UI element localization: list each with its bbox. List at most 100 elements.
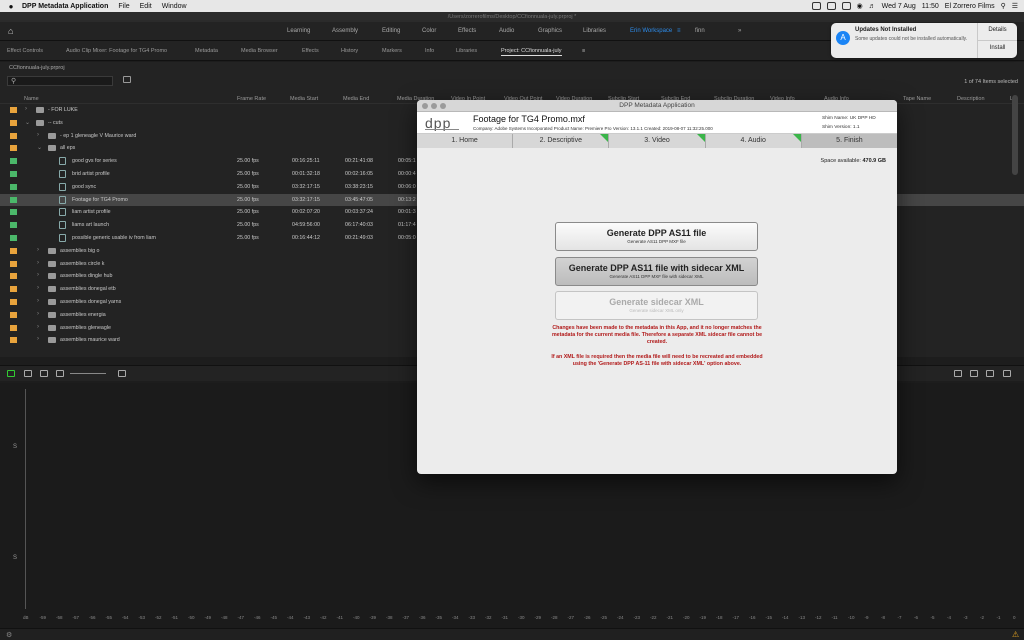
col-media-end[interactable]: Media End	[343, 96, 369, 102]
ws-erin-workspace[interactable]: Erin Workspace	[630, 28, 672, 34]
wifi-icon[interactable]: ◉	[857, 2, 863, 10]
minimize-button[interactable]	[431, 103, 437, 109]
disclosure-closed-icon[interactable]: ›	[37, 260, 39, 266]
volume-icon[interactable]: ♬	[869, 3, 876, 10]
label-color-swatch[interactable]	[10, 235, 17, 241]
menu-file[interactable]: File	[118, 3, 129, 10]
generate-as11-sidecar-button[interactable]: Generate DPP AS11 file with sidecar XML G…	[555, 257, 758, 286]
col-frame-rate[interactable]: Frame Rate	[237, 96, 266, 102]
menu-window[interactable]: Window	[162, 3, 187, 10]
vertical-scrollbar[interactable]	[1012, 95, 1018, 175]
disclosure-closed-icon[interactable]: ›	[37, 285, 39, 291]
step-finish[interactable]: 5. Finish	[801, 134, 897, 148]
col-media-start[interactable]: Media Start	[290, 96, 318, 102]
tab-media-browser[interactable]: Media Browser	[241, 48, 278, 54]
tab-audio-clip-mixer[interactable]: Audio Clip Mixer: Footage for TG4 Promo	[66, 48, 167, 54]
home-icon[interactable]: ⌂	[8, 26, 18, 36]
time-label[interactable]: 11:50	[922, 3, 939, 10]
label-color-swatch[interactable]	[10, 183, 17, 190]
ws-assembly[interactable]: Assembly	[332, 28, 358, 34]
find-icon[interactable]	[954, 370, 962, 377]
ws-libraries[interactable]: Libraries	[583, 28, 606, 34]
sort-icon[interactable]	[118, 370, 126, 377]
label-color-swatch[interactable]	[10, 222, 17, 229]
ws-audio[interactable]: Audio	[499, 28, 514, 34]
zoom-button[interactable]	[440, 103, 446, 109]
col-name[interactable]: Name	[24, 96, 39, 102]
tab-effects[interactable]: Effects	[302, 48, 319, 54]
label-color-swatch[interactable]	[10, 260, 17, 267]
label-color-swatch[interactable]	[10, 119, 17, 126]
apple-menu-icon[interactable]: ●	[0, 2, 22, 11]
label-color-swatch[interactable]	[10, 158, 17, 165]
spotlight-icon[interactable]: ⚲	[1001, 2, 1006, 10]
disclosure-closed-icon[interactable]: ›	[37, 336, 39, 342]
generate-as11-button[interactable]: Generate DPP AS11 file Generate AS11 DPP …	[555, 222, 758, 251]
user-label[interactable]: El Zorrero Films	[945, 3, 995, 10]
generate-sidecar-xml-button[interactable]: Generate sidecar XML Generate sidecar XML…	[555, 291, 758, 320]
col-tape-name[interactable]: Tape Name	[903, 96, 931, 102]
disclosure-closed-icon[interactable]: ›	[37, 272, 39, 278]
tab-history[interactable]: History	[341, 48, 358, 54]
new-item-icon[interactable]	[986, 370, 994, 377]
lock-icon[interactable]	[7, 370, 15, 377]
ws-color[interactable]: Color	[422, 28, 436, 34]
trash-icon[interactable]	[1003, 370, 1011, 377]
ws-menu-icon[interactable]: ≡	[677, 28, 681, 34]
label-color-swatch[interactable]	[10, 107, 17, 113]
disclosure-closed-icon[interactable]: ›	[37, 298, 39, 304]
install-button[interactable]: Install	[978, 45, 1017, 51]
solo-button-2[interactable]: S	[13, 555, 17, 561]
label-color-swatch[interactable]	[10, 337, 17, 344]
label-color-swatch[interactable]	[10, 196, 17, 203]
menulet-icon[interactable]	[826, 2, 836, 10]
tab-metadata[interactable]: Metadata	[195, 48, 218, 54]
notification-center-icon[interactable]: ☰	[1012, 2, 1018, 10]
disclosure-closed-icon[interactable]: ›	[37, 324, 39, 330]
label-color-swatch[interactable]	[10, 132, 17, 139]
label-color-swatch[interactable]	[10, 324, 17, 331]
label-color-swatch[interactable]	[10, 247, 17, 254]
warning-icon[interactable]: ⚠	[1012, 630, 1019, 639]
details-button[interactable]: Details	[978, 27, 1017, 33]
disclosure-closed-icon[interactable]: ›	[25, 106, 27, 112]
label-color-swatch[interactable]	[10, 209, 17, 216]
app-menu[interactable]: DPP Metadata Application	[22, 3, 108, 10]
label-color-swatch[interactable]	[10, 273, 17, 280]
ws-editing[interactable]: Editing	[382, 28, 400, 34]
label-color-swatch[interactable]	[10, 286, 17, 293]
step-audio[interactable]: 4. Audio	[705, 134, 802, 148]
disclosure-closed-icon[interactable]: ›	[37, 311, 39, 317]
new-bin-icon[interactable]	[970, 370, 978, 377]
ws-learning[interactable]: Learning	[287, 28, 310, 34]
label-color-swatch[interactable]	[10, 311, 17, 318]
list-view-icon[interactable]	[24, 370, 32, 377]
label-color-swatch[interactable]	[10, 171, 17, 177]
label-color-swatch[interactable]	[10, 145, 17, 152]
ws-effects[interactable]: Effects	[458, 28, 476, 34]
zoom-slider[interactable]	[70, 373, 106, 374]
update-notification[interactable]: A Updates Not Installed Some updates cou…	[831, 23, 1017, 58]
step-home[interactable]: 1. Home	[417, 134, 514, 148]
menulet-icon[interactable]	[811, 2, 821, 10]
tab-project[interactable]: Project: CCfionnuala-july	[501, 48, 562, 56]
step-video[interactable]: 3. Video	[609, 134, 706, 148]
menu-edit[interactable]: Edit	[140, 3, 152, 10]
search-input[interactable]: ⚲	[7, 76, 113, 86]
status-icon[interactable]: ⚙	[6, 631, 12, 639]
step-descriptive[interactable]: 2. Descriptive	[513, 134, 610, 148]
tab-info[interactable]: Info	[425, 48, 434, 54]
icon-view-icon[interactable]	[40, 370, 48, 377]
disclosure-closed-icon[interactable]: ›	[37, 247, 39, 253]
tab-libraries[interactable]: Libraries	[456, 48, 477, 54]
tab-overflow-icon[interactable]: ≡	[582, 48, 585, 54]
disclosure-open-icon[interactable]: ⌄	[25, 119, 30, 126]
close-button[interactable]	[422, 103, 428, 109]
ws-more-icon[interactable]: »	[738, 28, 741, 34]
solo-button-1[interactable]: S	[13, 444, 17, 450]
disclosure-closed-icon[interactable]: ›	[37, 132, 39, 138]
dpp-titlebar[interactable]: DPP Metadata Application	[417, 100, 897, 112]
tab-markers[interactable]: Markers	[382, 48, 402, 54]
tab-effect-controls[interactable]: Effect Controls	[7, 48, 43, 54]
label-color-swatch[interactable]	[10, 299, 17, 305]
